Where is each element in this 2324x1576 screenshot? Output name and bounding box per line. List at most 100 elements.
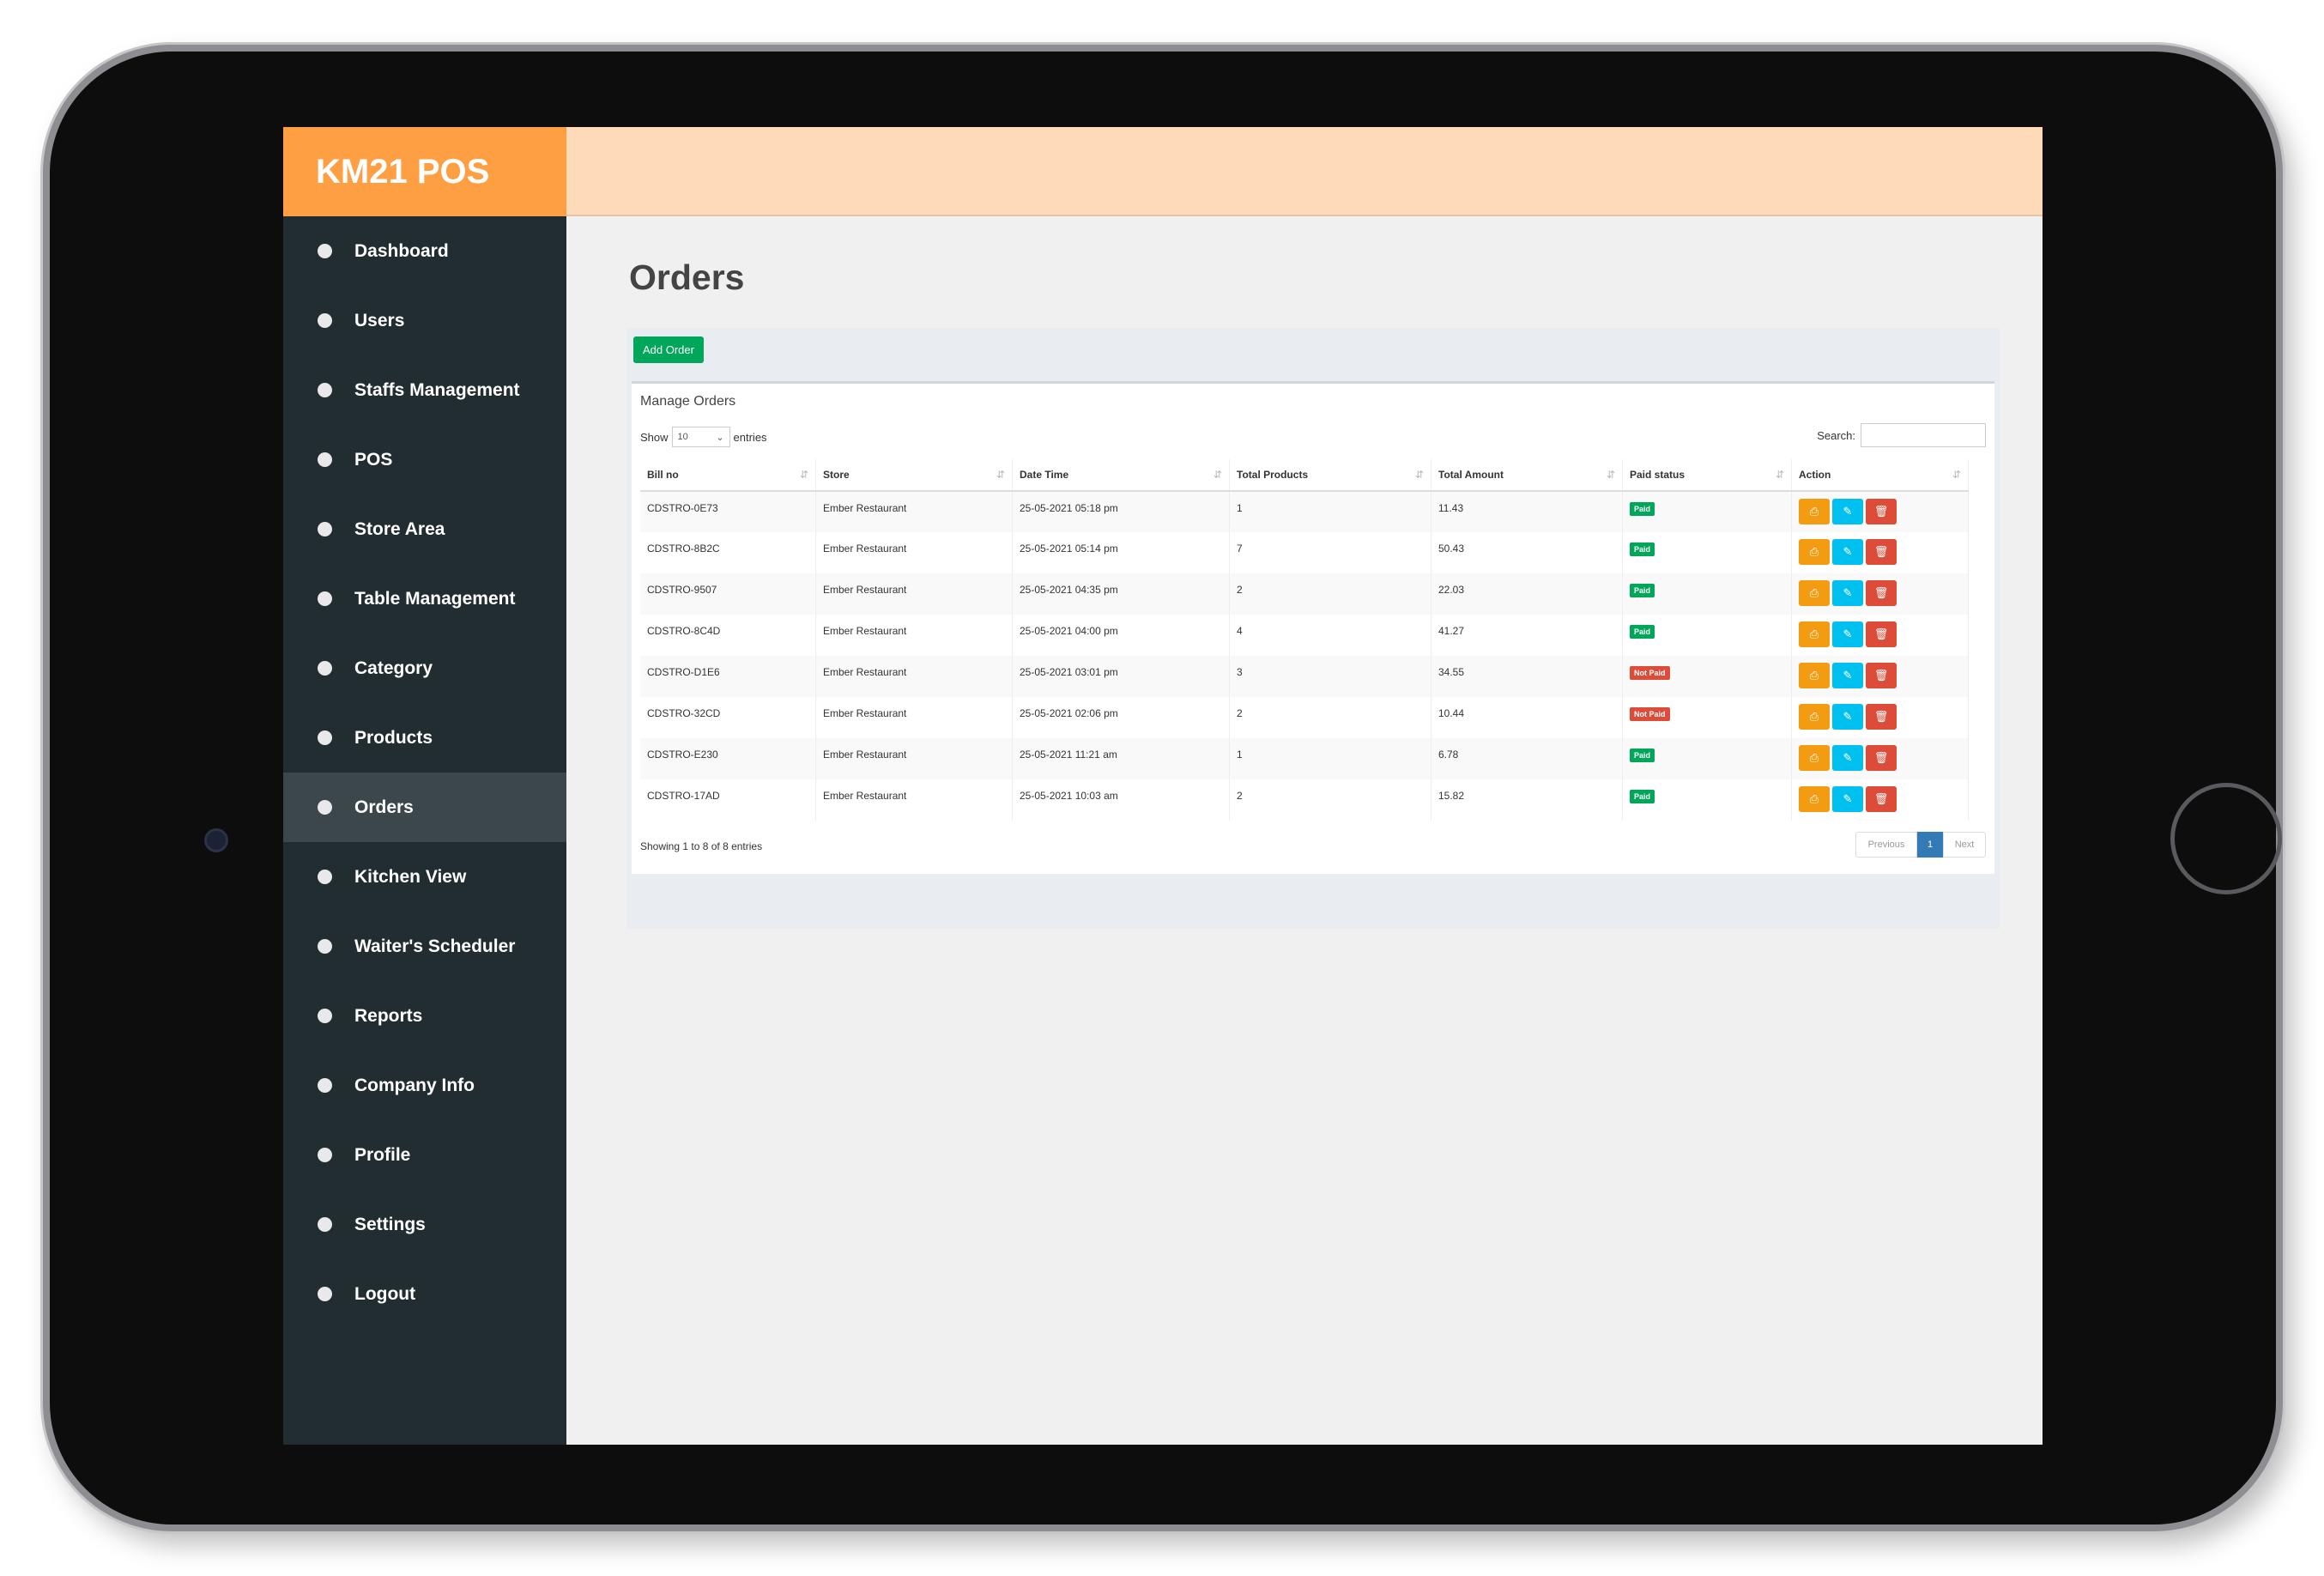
print-button[interactable]: ⎙ <box>1799 704 1830 730</box>
row-actions: ⎙ ✎ 🗑 <box>1799 663 1961 688</box>
delete-button[interactable]: 🗑 <box>1866 786 1897 812</box>
edit-button[interactable]: ✎ <box>1832 621 1863 647</box>
pencil-icon: ✎ <box>1843 669 1853 682</box>
row-actions: ⎙ ✎ 🗑 <box>1799 499 1961 524</box>
edit-button[interactable]: ✎ <box>1832 499 1863 524</box>
delete-button[interactable]: 🗑 <box>1866 539 1897 565</box>
column-header-action[interactable]: Action ⇵ <box>1791 459 1969 492</box>
bullet-icon <box>318 383 332 397</box>
sidebar-item-logout[interactable]: Logout <box>283 1259 566 1329</box>
print-button[interactable]: ⎙ <box>1799 499 1830 524</box>
content-panel: Add Order Manage Orders Show 10 ⌄ entrie… <box>626 328 2000 929</box>
print-icon: ⎙ <box>1809 710 1819 723</box>
top-navbar <box>566 127 2043 216</box>
sidebar-item-label: Category <box>354 658 433 678</box>
edit-button[interactable]: ✎ <box>1832 745 1863 771</box>
sidebar-item-label: Users <box>354 310 405 330</box>
delete-button[interactable]: 🗑 <box>1866 621 1897 647</box>
search-input[interactable] <box>1861 423 1986 447</box>
sort-icon: ⇵ <box>1213 469 1222 481</box>
sidebar-item-users[interactable]: Users <box>283 286 566 355</box>
delete-button[interactable]: 🗑 <box>1866 745 1897 771</box>
sidebar-item-orders[interactable]: Orders <box>283 773 566 842</box>
sidebar-item-pos[interactable]: POS <box>283 425 566 494</box>
print-button[interactable]: ⎙ <box>1799 663 1830 688</box>
print-icon: ⎙ <box>1809 792 1819 805</box>
print-icon: ⎙ <box>1809 545 1819 558</box>
home-button[interactable] <box>2170 783 2282 894</box>
delete-button[interactable]: 🗑 <box>1866 580 1897 606</box>
pencil-icon: ✎ <box>1843 545 1853 558</box>
column-header-store[interactable]: Store ⇵ <box>815 459 1013 492</box>
sidebar-item-label: Table Management <box>354 588 516 609</box>
trash-icon: 🗑 <box>1873 586 1889 599</box>
sidebar-item-store-area[interactable]: Store Area <box>283 494 566 564</box>
pencil-icon: ✎ <box>1843 751 1853 764</box>
cell-paid-status: Paid <box>1622 615 1792 656</box>
sidebar-item-products[interactable]: Products <box>283 703 566 773</box>
bullet-icon <box>318 452 332 467</box>
page-length-select[interactable]: 10 ⌄ <box>671 427 730 447</box>
delete-button[interactable]: 🗑 <box>1866 499 1897 524</box>
cell-total-products: 7 <box>1229 532 1431 573</box>
sidebar-item-staffs-management[interactable]: Staffs Management <box>283 355 566 425</box>
pencil-icon: ✎ <box>1843 792 1853 805</box>
column-header-date-time[interactable]: Date Time ⇵ <box>1012 459 1230 492</box>
print-button[interactable]: ⎙ <box>1799 539 1830 565</box>
trash-icon: 🗑 <box>1873 545 1889 558</box>
edit-button[interactable]: ✎ <box>1832 539 1863 565</box>
cell-action: ⎙ ✎ 🗑 <box>1791 615 1969 656</box>
cell-action: ⎙ ✎ 🗑 <box>1791 532 1969 573</box>
next-page-button[interactable]: Next <box>1943 832 1986 858</box>
sort-icon: ⇵ <box>1414 469 1424 481</box>
trash-icon: 🗑 <box>1873 505 1889 518</box>
card-title: Manage Orders <box>640 394 736 409</box>
print-button[interactable]: ⎙ <box>1799 621 1830 647</box>
column-header-total-amount[interactable]: Total Amount ⇵ <box>1431 459 1623 492</box>
add-order-button[interactable]: Add Order <box>633 336 704 363</box>
delete-button[interactable]: 🗑 <box>1866 704 1897 730</box>
delete-button[interactable]: 🗑 <box>1866 663 1897 688</box>
sidebar-item-kitchen-view[interactable]: Kitchen View <box>283 842 566 912</box>
table-row: CDSTRO-32CD Ember Restaurant 25-05-2021 02… <box>640 697 1969 738</box>
sidebar-item-dashboard[interactable]: Dashboard <box>283 216 566 286</box>
brand-logo[interactable]: KM21 POS <box>283 127 566 216</box>
edit-button[interactable]: ✎ <box>1832 663 1863 688</box>
cell-date-time: 25-05-2021 11:21 am <box>1012 738 1230 779</box>
table-info: Showing 1 to 8 of 8 entries <box>640 840 763 852</box>
cell-total-amount: 11.43 <box>1431 491 1623 532</box>
edit-button[interactable]: ✎ <box>1832 580 1863 606</box>
previous-page-button[interactable]: Previous <box>1855 832 1917 858</box>
sidebar-item-table-management[interactable]: Table Management <box>283 564 566 633</box>
column-header-total-products[interactable]: Total Products ⇵ <box>1229 459 1431 492</box>
cell-store: Ember Restaurant <box>815 615 1013 656</box>
page-1-button[interactable]: 1 <box>1917 832 1943 858</box>
column-label: Total Amount <box>1438 469 1504 481</box>
column-header-bill-no[interactable]: Bill no ⇵ <box>640 459 816 492</box>
status-badge: Paid <box>1630 749 1655 762</box>
sidebar-item-company-info[interactable]: Company Info <box>283 1051 566 1120</box>
column-header-paid-status[interactable]: Paid status ⇵ <box>1622 459 1792 492</box>
cell-store: Ember Restaurant <box>815 491 1013 532</box>
print-button[interactable]: ⎙ <box>1799 786 1830 812</box>
app-screen: KM21 POS Dashboard Users Staffs Manageme… <box>283 127 2043 1445</box>
print-icon: ⎙ <box>1809 586 1819 599</box>
sidebar-item-category[interactable]: Category <box>283 633 566 703</box>
print-button[interactable]: ⎙ <box>1799 580 1830 606</box>
camera-icon <box>204 828 228 852</box>
edit-button[interactable]: ✎ <box>1832 704 1863 730</box>
sidebar-item-label: Store Area <box>354 518 445 539</box>
edit-button[interactable]: ✎ <box>1832 786 1863 812</box>
cell-bill-no: CDSTRO-9507 <box>640 573 816 615</box>
sidebar-item-waiters-scheduler[interactable]: Waiter's Scheduler <box>283 912 566 981</box>
cell-date-time: 25-05-2021 04:00 pm <box>1012 615 1230 656</box>
sidebar-item-settings[interactable]: Settings <box>283 1190 566 1259</box>
sidebar-item-profile[interactable]: Profile <box>283 1120 566 1190</box>
cell-total-amount: 6.78 <box>1431 738 1623 779</box>
print-button[interactable]: ⎙ <box>1799 745 1830 771</box>
cell-total-products: 2 <box>1229 573 1431 615</box>
bullet-icon <box>318 591 332 606</box>
trash-icon: 🗑 <box>1873 710 1889 723</box>
cell-paid-status: Paid <box>1622 779 1792 821</box>
sidebar-item-reports[interactable]: Reports <box>283 981 566 1051</box>
